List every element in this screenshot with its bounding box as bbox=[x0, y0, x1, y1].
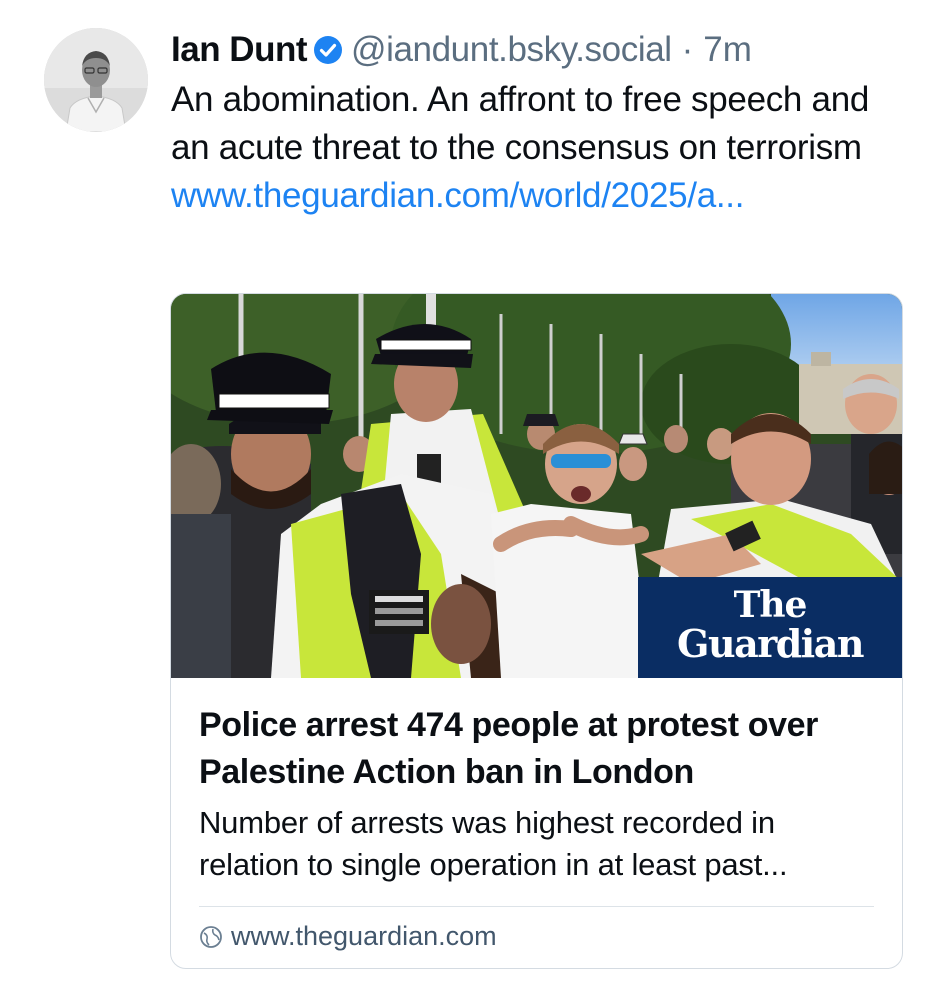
globe-icon bbox=[199, 925, 223, 949]
card-thumbnail: The Guardian bbox=[171, 294, 902, 678]
guardian-logo: The Guardian bbox=[638, 577, 902, 678]
card-content: Police arrest 474 people at protest over… bbox=[171, 678, 902, 952]
guardian-logo-line1: The bbox=[733, 584, 808, 626]
post-link[interactable]: www.theguardian.com/world/2025/a... bbox=[171, 172, 906, 220]
card-domain: www.theguardian.com bbox=[231, 921, 497, 951]
avatar[interactable] bbox=[44, 28, 148, 132]
feed-post[interactable]: Ian Dunt @iandunt.bsky.social · 7m An ab… bbox=[0, 0, 941, 1000]
separator-dot: · bbox=[681, 30, 694, 69]
author-handle[interactable]: @iandunt.bsky.social bbox=[351, 26, 672, 74]
post-header: Ian Dunt @iandunt.bsky.social · 7m bbox=[171, 26, 906, 74]
card-description: Number of arrests was highest recorded i… bbox=[199, 805, 788, 882]
avatar-photo bbox=[44, 28, 148, 132]
link-preview-card[interactable]: The Guardian Police arrest 474 people at… bbox=[170, 293, 903, 969]
verified-badge-icon[interactable] bbox=[313, 35, 343, 65]
card-domain-row[interactable]: www.theguardian.com bbox=[199, 907, 874, 952]
post-text: An abomination. An affront to free speec… bbox=[171, 80, 870, 167]
post-body: Ian Dunt @iandunt.bsky.social · 7m An ab… bbox=[171, 26, 906, 220]
guardian-logo-line2: Guardian bbox=[677, 621, 864, 666]
author-display-name[interactable]: Ian Dunt bbox=[171, 26, 307, 74]
post-timestamp[interactable]: 7m bbox=[703, 26, 752, 74]
card-title[interactable]: Police arrest 474 people at protest over… bbox=[199, 702, 874, 796]
